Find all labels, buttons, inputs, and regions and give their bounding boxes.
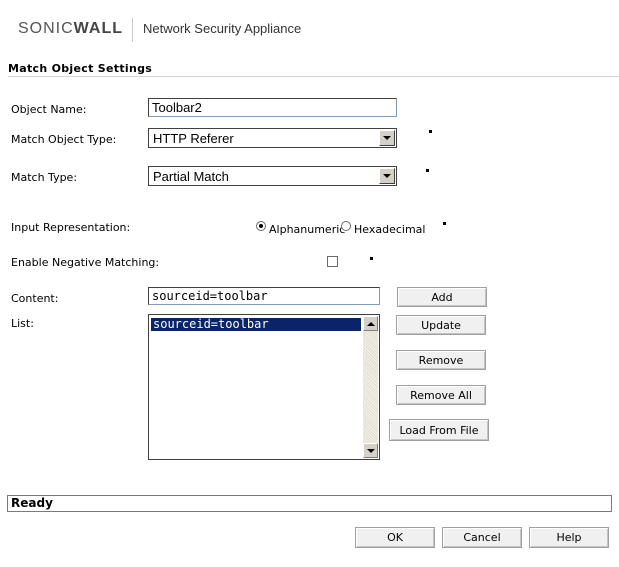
chevron-down-icon bbox=[366, 448, 375, 453]
help-button[interactable]: Help bbox=[529, 527, 609, 548]
remove-all-button[interactable]: Remove All bbox=[396, 385, 486, 405]
help-tip-icon bbox=[426, 169, 429, 172]
content-input[interactable]: sourceid=toolbar bbox=[148, 287, 380, 305]
negative-matching-checkbox[interactable] bbox=[327, 256, 338, 267]
section-divider bbox=[8, 76, 619, 77]
match-type-select[interactable]: Partial Match bbox=[148, 166, 397, 186]
help-tip-icon bbox=[443, 222, 446, 225]
radio-hexadecimal-label: Hexadecimal bbox=[354, 223, 426, 236]
scroll-down-button[interactable] bbox=[363, 443, 378, 458]
cancel-button[interactable]: Cancel bbox=[442, 527, 522, 548]
scrollbar[interactable] bbox=[363, 316, 378, 458]
content-label: Content: bbox=[11, 292, 59, 305]
list-box[interactable]: sourceid=toolbar bbox=[148, 314, 380, 460]
negative-matching-label: Enable Negative Matching: bbox=[11, 256, 160, 269]
remove-button[interactable]: Remove bbox=[396, 350, 486, 370]
match-object-type-value: HTTP Referer bbox=[153, 130, 234, 146]
add-button[interactable]: Add bbox=[397, 287, 487, 307]
input-representation-label: Input Representation: bbox=[11, 221, 131, 234]
update-button[interactable]: Update bbox=[396, 315, 486, 335]
status-bar: Ready bbox=[7, 495, 612, 512]
chevron-up-icon bbox=[366, 321, 375, 326]
list-label: List: bbox=[11, 317, 34, 330]
sonicwall-logo: SONICWALL bbox=[18, 20, 123, 38]
radio-alphanumeric[interactable] bbox=[256, 221, 266, 231]
match-object-type-label: Match Object Type: bbox=[11, 133, 117, 146]
match-type-label: Match Type: bbox=[11, 171, 78, 184]
radio-hexadecimal[interactable] bbox=[341, 221, 351, 231]
load-from-file-button[interactable]: Load From File bbox=[389, 419, 489, 441]
ok-button[interactable]: OK bbox=[355, 527, 435, 548]
help-tip-icon bbox=[429, 130, 432, 133]
product-name: Network Security Appliance bbox=[143, 21, 302, 36]
radio-selected-dot bbox=[259, 224, 263, 228]
radio-alphanumeric-label: Alphanumeric bbox=[269, 223, 346, 236]
chevron-down-icon[interactable] bbox=[379, 168, 395, 184]
chevron-down-icon[interactable] bbox=[379, 130, 395, 146]
object-name-label: Object Name: bbox=[11, 103, 87, 116]
list-item[interactable]: sourceid=toolbar bbox=[151, 318, 361, 331]
scroll-up-button[interactable] bbox=[363, 316, 378, 331]
help-tip-icon bbox=[370, 257, 373, 260]
match-type-value: Partial Match bbox=[153, 168, 229, 184]
brand-prefix: SONIC bbox=[18, 20, 74, 37]
match-object-type-select[interactable]: HTTP Referer bbox=[148, 128, 397, 148]
object-name-input[interactable]: Toolbar2 bbox=[148, 98, 397, 117]
section-title: Match Object Settings bbox=[8, 62, 153, 75]
brand-suffix: WALL bbox=[73, 20, 123, 37]
header-divider bbox=[132, 18, 133, 42]
